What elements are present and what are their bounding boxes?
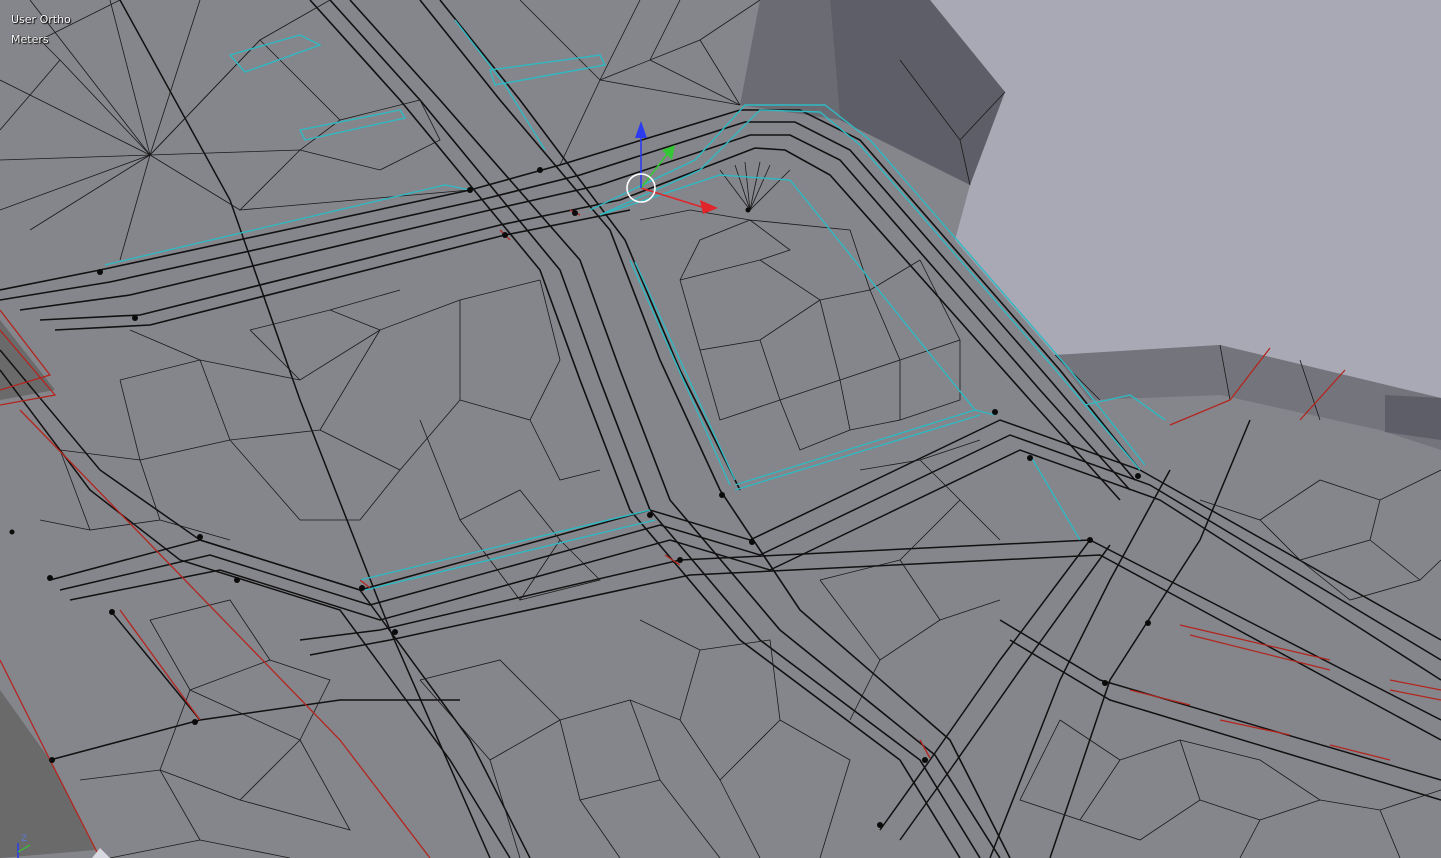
mesh-canvas[interactable] xyxy=(0,0,1441,858)
z-axis-label: Z xyxy=(21,834,28,844)
3d-viewport[interactable]: User Ortho Meters Z xyxy=(0,0,1441,858)
axis-indicator: Z xyxy=(8,830,48,858)
